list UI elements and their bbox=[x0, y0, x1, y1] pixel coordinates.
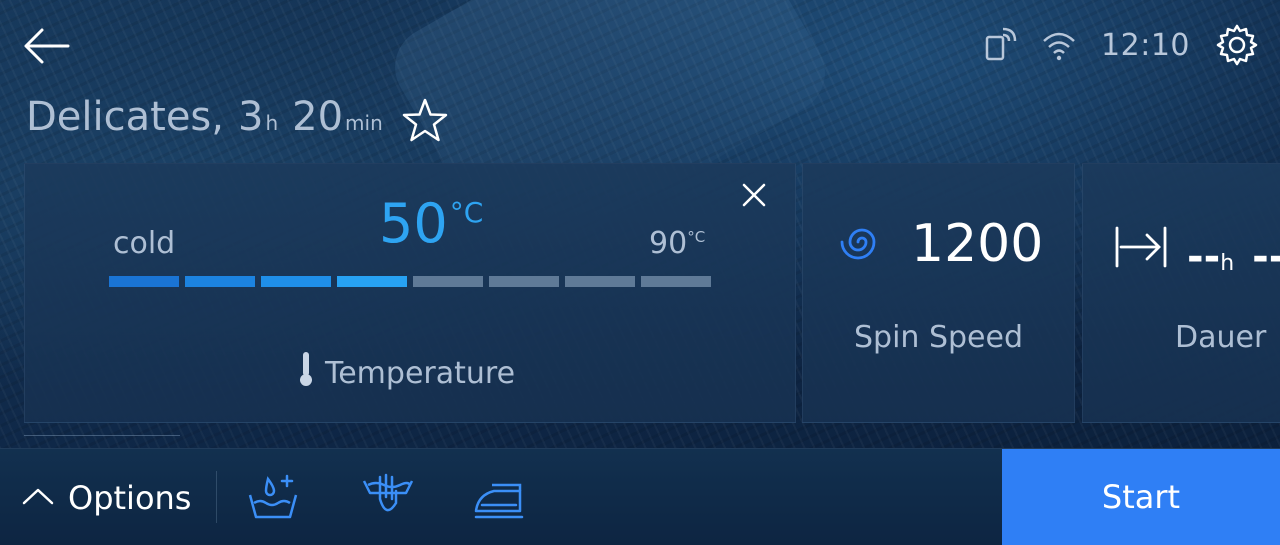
temperature-segment[interactable] bbox=[565, 276, 635, 287]
close-icon[interactable] bbox=[739, 180, 769, 210]
program-name: Delicates, bbox=[26, 94, 224, 140]
temperature-card[interactable]: cold 50°C 90°C Temperature bbox=[24, 163, 796, 423]
temperature-value: 50°C bbox=[379, 192, 484, 255]
temperature-segment[interactable] bbox=[489, 276, 559, 287]
temperature-segment[interactable] bbox=[261, 276, 331, 287]
wifi-icon bbox=[1041, 27, 1077, 63]
program-minutes-unit: min bbox=[345, 111, 383, 135]
chevron-up-icon bbox=[22, 486, 54, 510]
spin-speed-label: Spin Speed bbox=[853, 320, 1023, 355]
temperature-segment[interactable] bbox=[185, 276, 255, 287]
duration-hours-unit: h bbox=[1220, 251, 1235, 276]
iron-icon[interactable] bbox=[472, 473, 528, 521]
options-divider bbox=[216, 471, 217, 523]
remote-device-icon bbox=[981, 27, 1017, 63]
options-button[interactable]: Options bbox=[22, 479, 191, 517]
options-label: Options bbox=[68, 479, 192, 517]
thermometer-icon bbox=[297, 350, 315, 396]
duration-label: Dauer bbox=[1175, 320, 1267, 355]
temperature-max-label: 90°C bbox=[649, 226, 706, 261]
page-indicator bbox=[24, 435, 180, 436]
spin-speed-card[interactable]: 1200 Spin Speed bbox=[802, 163, 1075, 423]
temperature-label: Temperature bbox=[325, 355, 516, 391]
temperature-segment[interactable] bbox=[337, 276, 407, 287]
hand-wash-icon[interactable] bbox=[360, 473, 416, 521]
temperature-segment[interactable] bbox=[109, 276, 179, 287]
bottom-bar: Options Start bbox=[0, 448, 1280, 545]
program-hours: 3 bbox=[238, 94, 264, 140]
duration-card[interactable]: --h -- Dauer bbox=[1082, 163, 1280, 423]
star-outline-icon[interactable] bbox=[400, 96, 450, 146]
program-title: Delicates, 3 h 20 min bbox=[26, 94, 389, 140]
program-hours-unit: h bbox=[265, 111, 279, 135]
start-button[interactable]: Start bbox=[1002, 449, 1280, 545]
temperature-slider[interactable] bbox=[109, 276, 711, 287]
temperature-label-row: Temperature bbox=[297, 350, 515, 396]
spin-spiral-icon bbox=[837, 217, 887, 271]
spin-speed-value: 1200 bbox=[911, 214, 1044, 274]
clock-time: 12:10 bbox=[1101, 27, 1190, 63]
end-time-arrow-icon bbox=[1113, 224, 1169, 274]
duration-minutes: -- bbox=[1252, 234, 1280, 280]
settings-gear-icon[interactable] bbox=[1214, 22, 1260, 68]
temperature-segment[interactable] bbox=[413, 276, 483, 287]
temperature-segment[interactable] bbox=[641, 276, 711, 287]
duration-hours: -- bbox=[1187, 234, 1221, 280]
extra-water-icon[interactable] bbox=[246, 473, 302, 521]
temperature-min-label: cold bbox=[113, 226, 176, 261]
status-bar: 12:10 bbox=[981, 22, 1260, 68]
program-minutes: 20 bbox=[292, 94, 344, 140]
back-arrow-icon[interactable] bbox=[22, 26, 72, 66]
